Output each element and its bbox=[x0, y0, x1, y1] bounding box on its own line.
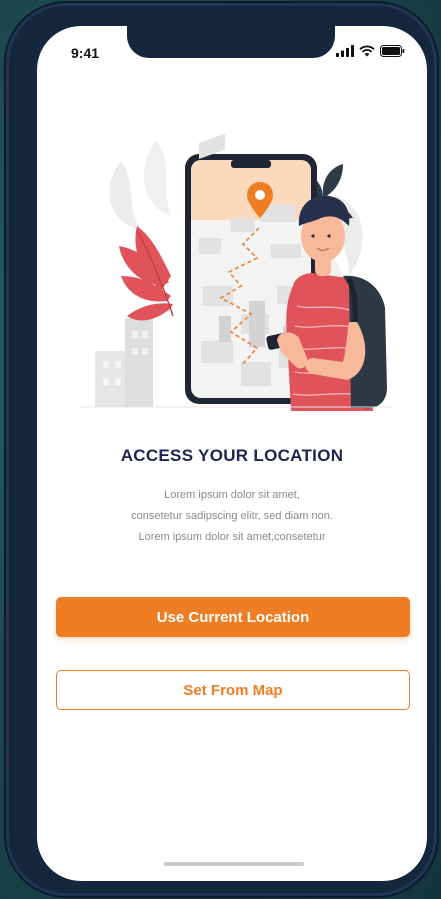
phone-screen: 9:41 ACCESS YOUR LOCATION Lorem ipsum do… bbox=[37, 26, 427, 881]
home-indicator bbox=[164, 862, 304, 866]
description-line: Lorem ipsum dolor sit amet,consetetur bbox=[138, 531, 326, 543]
description-line: Lorem ipsum dolor sit amet, bbox=[164, 489, 300, 501]
use-current-location-button[interactable]: Use Current Location bbox=[56, 597, 410, 637]
location-illustration bbox=[81, 133, 391, 411]
notch bbox=[127, 26, 335, 58]
wifi-icon bbox=[359, 45, 375, 57]
phone-frame: 9:41 ACCESS YOUR LOCATION Lorem ipsum do… bbox=[6, 3, 437, 896]
status-icons bbox=[336, 45, 405, 57]
status-time: 9:41 bbox=[71, 45, 100, 61]
battery-icon bbox=[380, 45, 405, 57]
description: Lorem ipsum dolor sit amet, consetetur s… bbox=[57, 485, 407, 548]
set-from-map-button[interactable]: Set From Map bbox=[56, 670, 410, 710]
signal-icon bbox=[336, 45, 354, 57]
description-line: consetetur sadipscing elitr, sed diam no… bbox=[131, 510, 333, 522]
page-title: ACCESS YOUR LOCATION bbox=[120, 446, 344, 465]
